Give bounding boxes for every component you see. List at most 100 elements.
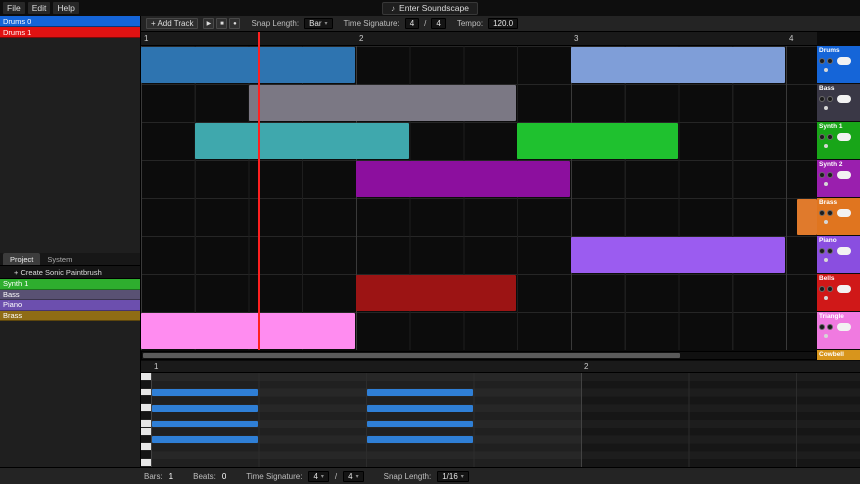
piano-key[interactable]: [141, 420, 151, 428]
clip-synth-1[interactable]: [517, 123, 677, 159]
status-time-signature-numerator-dropdown[interactable]: 4 ▾: [308, 471, 328, 482]
mute-button[interactable]: [819, 172, 825, 178]
create-sonic-paintbrush-button[interactable]: + Create Sonic Paintbrush: [0, 266, 140, 279]
piano-key[interactable]: [141, 396, 151, 404]
track-header-triangle[interactable]: Triangle: [817, 312, 860, 349]
piano-key[interactable]: [141, 373, 151, 381]
instrument-item-piano[interactable]: Piano: [0, 300, 140, 311]
volume-slider[interactable]: [837, 247, 851, 255]
piano-key[interactable]: [141, 451, 151, 459]
volume-slider[interactable]: [837, 285, 851, 293]
status-snap-length-dropdown[interactable]: 1/16 ▾: [437, 471, 469, 482]
volume-slider[interactable]: [837, 57, 851, 65]
piano-key[interactable]: [141, 459, 151, 467]
time-signature-denominator[interactable]: 4: [431, 18, 445, 29]
clip-synth-1[interactable]: [195, 123, 409, 159]
midi-note[interactable]: [367, 421, 473, 428]
solo-button[interactable]: [827, 248, 833, 254]
pan-knob[interactable]: [824, 106, 828, 110]
menu-help[interactable]: Help: [53, 2, 78, 14]
clip-synth-2[interactable]: [356, 161, 570, 197]
volume-slider[interactable]: [837, 95, 851, 103]
mute-button[interactable]: [819, 210, 825, 216]
pan-knob[interactable]: [824, 334, 828, 338]
midi-note[interactable]: [367, 389, 473, 396]
volume-slider[interactable]: [837, 323, 851, 331]
instrument-item-bass[interactable]: Bass: [0, 290, 140, 301]
track-header-piano[interactable]: Piano: [817, 236, 860, 273]
volume-slider[interactable]: [837, 133, 851, 141]
volume-slider[interactable]: [837, 171, 851, 179]
clip-drums[interactable]: [141, 47, 355, 83]
solo-button[interactable]: [827, 324, 833, 330]
track-header-bass[interactable]: Bass: [817, 84, 860, 121]
volume-slider[interactable]: [837, 209, 851, 217]
horizontal-scrollbar[interactable]: [141, 351, 817, 360]
pan-knob[interactable]: [824, 296, 828, 300]
midi-note[interactable]: [367, 436, 473, 443]
solo-button[interactable]: [827, 134, 833, 140]
tempo-input[interactable]: 120.0: [488, 18, 518, 29]
midi-note[interactable]: [152, 436, 258, 443]
status-time-signature-denominator-dropdown[interactable]: 4 ▾: [343, 471, 363, 482]
solo-button[interactable]: [827, 210, 833, 216]
time-signature-numerator[interactable]: 4: [405, 18, 419, 29]
solo-button[interactable]: [827, 172, 833, 178]
track-header-brass[interactable]: Brass: [817, 198, 860, 235]
clip-brass[interactable]: [797, 199, 817, 235]
mute-button[interactable]: [819, 58, 825, 64]
piano-key[interactable]: [141, 443, 151, 451]
pan-knob[interactable]: [824, 68, 828, 72]
timeline-ruler[interactable]: 1234: [141, 32, 817, 46]
solo-button[interactable]: [827, 286, 833, 292]
piano-roll-grid[interactable]: [151, 373, 860, 467]
menu-edit[interactable]: Edit: [28, 2, 51, 14]
mute-button[interactable]: [819, 248, 825, 254]
piano-key[interactable]: [141, 404, 151, 412]
enter-soundscape-button[interactable]: ♪ Enter Soundscape: [382, 2, 478, 15]
menu-file[interactable]: File: [3, 2, 25, 14]
pan-knob[interactable]: [824, 144, 828, 148]
pan-knob[interactable]: [824, 182, 828, 186]
track-header-synth-2[interactable]: Synth 2: [817, 160, 860, 197]
clip-bells[interactable]: [356, 275, 516, 311]
track-header-drums[interactable]: Drums: [817, 46, 860, 83]
piano-key[interactable]: [141, 389, 151, 397]
stop-button[interactable]: ■: [216, 18, 227, 29]
piano-key[interactable]: [141, 381, 151, 389]
clip-piano[interactable]: [571, 237, 785, 273]
play-button[interactable]: ▶: [203, 18, 214, 29]
instrument-item-brass[interactable]: Brass: [0, 311, 140, 322]
instrument-item-synth-1[interactable]: Synth 1: [0, 279, 140, 290]
tab-project[interactable]: Project: [3, 253, 40, 265]
add-track-button[interactable]: + Add Track: [146, 18, 198, 29]
midi-note[interactable]: [152, 421, 258, 428]
piano-key[interactable]: [141, 436, 151, 444]
piano-roll-ruler[interactable]: 12: [141, 361, 860, 373]
pattern-item-drums-1[interactable]: Drums 1: [0, 27, 140, 38]
mute-button[interactable]: [819, 96, 825, 102]
clip-triangle[interactable]: [141, 313, 355, 349]
solo-button[interactable]: [827, 96, 833, 102]
tab-system[interactable]: System: [40, 253, 79, 265]
track-header-bells[interactable]: Bells: [817, 274, 860, 311]
solo-button[interactable]: [827, 58, 833, 64]
clip-drums[interactable]: [571, 47, 785, 83]
piano-key[interactable]: [141, 412, 151, 420]
mute-button[interactable]: [819, 134, 825, 140]
mute-button[interactable]: [819, 286, 825, 292]
midi-note[interactable]: [367, 405, 473, 412]
pan-knob[interactable]: [824, 220, 828, 224]
record-button[interactable]: ●: [229, 18, 240, 29]
clip-bass[interactable]: [249, 85, 517, 121]
track-header-synth-1[interactable]: Synth 1: [817, 122, 860, 159]
scrollbar-thumb[interactable]: [143, 353, 680, 358]
snap-length-dropdown[interactable]: Bar ▾: [304, 18, 332, 29]
track-header-cowbell[interactable]: Cowbell: [817, 350, 860, 360]
pan-knob[interactable]: [824, 258, 828, 262]
piano-key[interactable]: [141, 428, 151, 436]
arranger-grid[interactable]: [141, 46, 817, 350]
mute-button[interactable]: [819, 324, 825, 330]
midi-note[interactable]: [152, 405, 258, 412]
pattern-item-drums-0[interactable]: Drums 0: [0, 16, 140, 27]
